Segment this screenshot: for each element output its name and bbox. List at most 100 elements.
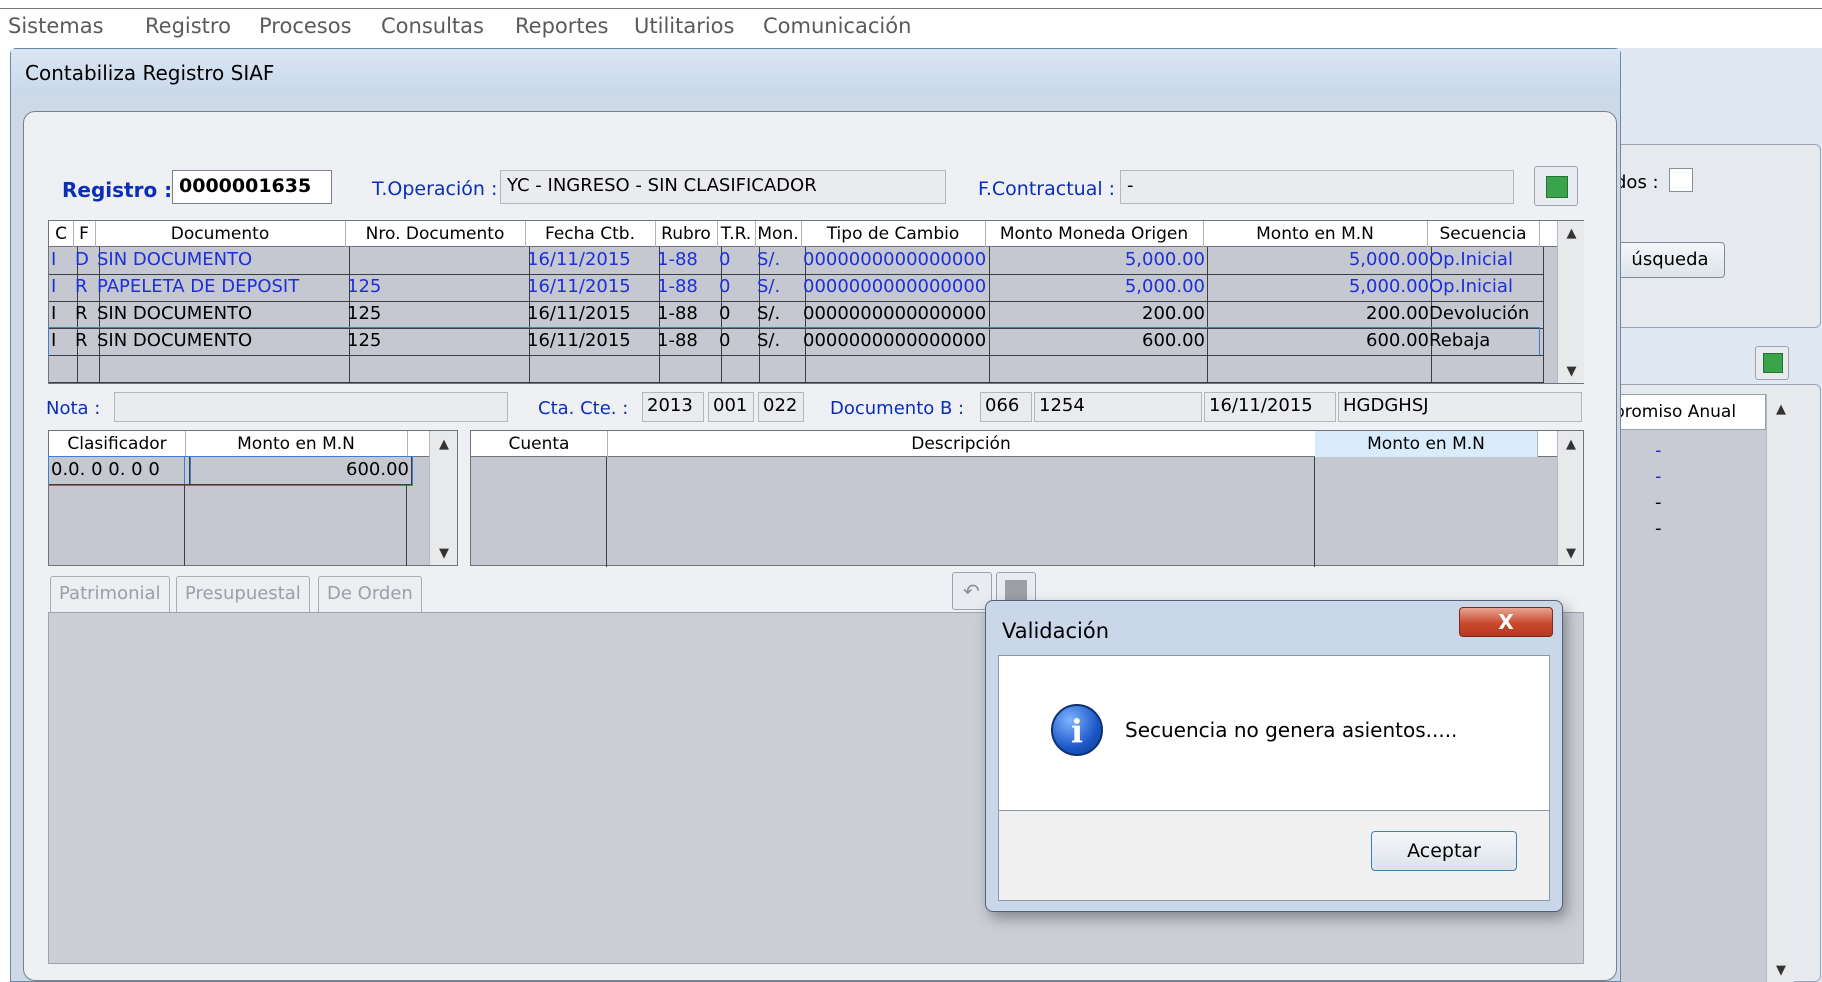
col-monto-mn: Monto en M.N — [1203, 221, 1428, 247]
cell-rubro: 1-88 — [655, 328, 722, 356]
column-divider — [606, 457, 607, 567]
documentob-code[interactable]: HGDGHSJ — [1338, 392, 1582, 422]
background-exit-button[interactable] — [1755, 346, 1789, 380]
table-row-selected[interactable]: I R SIN DOCUMENTO 125 16/11/2015 1-88 0 … — [48, 327, 1544, 356]
tab-patrimonial[interactable]: Patrimonial — [50, 576, 170, 612]
cell-secuencia: Op.Inicial — [1427, 247, 1544, 275]
col-monto-mn: Monto en M.N — [1315, 431, 1538, 457]
cell-fecha: 16/11/2015 — [525, 301, 660, 329]
cell-mon: S/. — [755, 247, 806, 275]
scroll-down-icon[interactable]: ▼ — [1558, 364, 1585, 379]
grid-scrollbar[interactable]: ▲ ▼ — [1557, 221, 1584, 383]
menu-procesos[interactable]: Procesos — [259, 14, 352, 38]
scroll-up-icon[interactable]: ▲ — [430, 437, 458, 452]
documentob-date[interactable]: 16/11/2015 — [1204, 392, 1336, 422]
menu-registro[interactable]: Registro — [145, 14, 231, 38]
toperacion-label: T.Operación : — [372, 178, 498, 200]
col-monto-origen: Monto Moneda Origen — [985, 221, 1204, 247]
table-row[interactable]: I R PAPELETA DE DEPOSIT 125 16/11/2015 1… — [49, 274, 1544, 302]
cell-tipo: 0000000000000000 — [801, 301, 990, 329]
scroll-up-icon[interactable]: ▲ — [1767, 402, 1795, 417]
table-row[interactable]: 0.0. 0 0. 0 0 600.00 — [48, 456, 413, 486]
cell-monto: 600.00 — [184, 456, 413, 486]
ctacte-field-1[interactable]: 2013 — [642, 392, 704, 422]
cell-secuencia: Op.Inicial — [1427, 274, 1544, 302]
cell-tr: 0 — [717, 274, 760, 302]
cell-origen: 5,000.00 — [985, 247, 1208, 275]
tab-de-orden[interactable]: De Orden — [318, 576, 422, 612]
cell-fecha: 16/11/2015 — [525, 328, 660, 356]
tab-presupuestal[interactable]: Presupuestal — [176, 576, 310, 612]
cell-rubro: 1-88 — [655, 274, 722, 302]
cell-tipo: 0000000000000000 — [801, 247, 990, 275]
cell-tr: 0 — [717, 301, 760, 329]
col-documento: Documento — [95, 221, 346, 247]
undo-icon: ↶ — [963, 579, 980, 603]
fcontractual-field[interactable]: - — [1120, 170, 1514, 204]
window-title: Contabiliza Registro SIAF — [25, 61, 275, 85]
cell-nro: 125 — [345, 274, 530, 302]
close-button[interactable]: X — [1459, 607, 1553, 637]
scroll-up-icon[interactable]: ▲ — [1558, 437, 1584, 452]
nota-field[interactable] — [114, 392, 508, 422]
background-window: dos : úsqueda promiso Anual - - - - ▲ ▼ — [1607, 48, 1822, 982]
exit-door-icon — [1546, 176, 1568, 198]
toperacion-field[interactable]: YC - INGRESO - SIN CLASIFICADOR — [500, 170, 946, 204]
cell-documento: SIN DOCUMENTO — [95, 328, 350, 356]
background-dash: - — [1655, 518, 1662, 539]
cell-empty — [985, 355, 1208, 383]
scroll-down-icon[interactable]: ▼ — [430, 546, 458, 561]
table-row-empty[interactable] — [49, 355, 1544, 383]
cell-tipo: 0000000000000000 — [801, 328, 990, 356]
cell-secuencia: Devolución — [1427, 301, 1544, 329]
column-divider — [406, 484, 407, 566]
cell-nro — [345, 247, 530, 275]
menu-comunicacion[interactable]: Comunicación — [763, 14, 911, 38]
cell-origen: 200.00 — [985, 301, 1208, 329]
col-c: C — [49, 221, 74, 247]
ctacte-label: Cta. Cte. : — [538, 398, 629, 419]
background-scrollbar[interactable]: ▲ ▼ — [1766, 394, 1794, 982]
cell-fecha: 16/11/2015 — [525, 247, 660, 275]
cell-origen: 600.00 — [985, 328, 1208, 356]
background-dash: - — [1655, 492, 1662, 513]
cell-mn: 5,000.00 — [1203, 247, 1432, 275]
background-grid-body — [1611, 430, 1766, 982]
table-row[interactable]: I R SIN DOCUMENTO 125 16/11/2015 1-88 0 … — [49, 301, 1544, 329]
table-row[interactable]: I D SIN DOCUMENTO 16/11/2015 1-88 0 S/. … — [49, 247, 1544, 275]
scroll-up-icon[interactable]: ▲ — [1558, 226, 1585, 241]
dialog-message: Secuencia no genera asientos..... — [1125, 718, 1458, 742]
menu-sistemas[interactable]: Sistemas — [8, 14, 104, 38]
fcontractual-label: F.Contractual : — [978, 178, 1116, 200]
cell-origen: 5,000.00 — [985, 274, 1208, 302]
background-checkbox[interactable] — [1669, 168, 1693, 192]
nota-label: Nota : — [46, 398, 101, 419]
col-tr: T.R. — [717, 221, 756, 247]
cuenta-scrollbar[interactable]: ▲ ▼ — [1557, 431, 1583, 565]
close-icon: X — [1498, 610, 1514, 634]
cell-tr: 0 — [717, 328, 760, 356]
menu-consultas[interactable]: Consultas — [381, 14, 484, 38]
ctacte-field-2[interactable]: 001 — [708, 392, 754, 422]
ctacte-field-3[interactable]: 022 — [758, 392, 804, 422]
cell-empty — [525, 355, 660, 383]
col-rubro: Rubro — [655, 221, 718, 247]
documentob-field-1[interactable]: 066 — [980, 392, 1032, 422]
documentob-field-2[interactable]: 1254 — [1034, 392, 1202, 422]
col-monto-mn: Monto en M.N — [185, 431, 408, 457]
menu-reportes[interactable]: Reportes — [515, 14, 608, 38]
cell-documento: SIN DOCUMENTO — [95, 247, 350, 275]
accept-button[interactable]: Aceptar — [1371, 831, 1517, 871]
col-fecha: Fecha Ctb. — [525, 221, 656, 247]
registro-field[interactable]: 0000001635 — [172, 170, 332, 204]
cell-empty — [717, 355, 760, 383]
background-search-button[interactable]: úsqueda — [1615, 242, 1725, 278]
grid-header: C F Documento Nro. Documento Fecha Ctb. … — [49, 221, 1557, 247]
scroll-down-icon[interactable]: ▼ — [1767, 963, 1795, 978]
clasificador-header: Clasificador Monto en M.N — [49, 431, 429, 457]
exit-button[interactable] — [1534, 166, 1578, 206]
scroll-down-icon[interactable]: ▼ — [1558, 546, 1584, 561]
clasificador-grid: Clasificador Monto en M.N 0.0. 0 0. 0 0 … — [48, 430, 458, 566]
menu-utilitarios[interactable]: Utilitarios — [634, 14, 734, 38]
clasificador-scrollbar[interactable]: ▲ ▼ — [429, 431, 457, 565]
